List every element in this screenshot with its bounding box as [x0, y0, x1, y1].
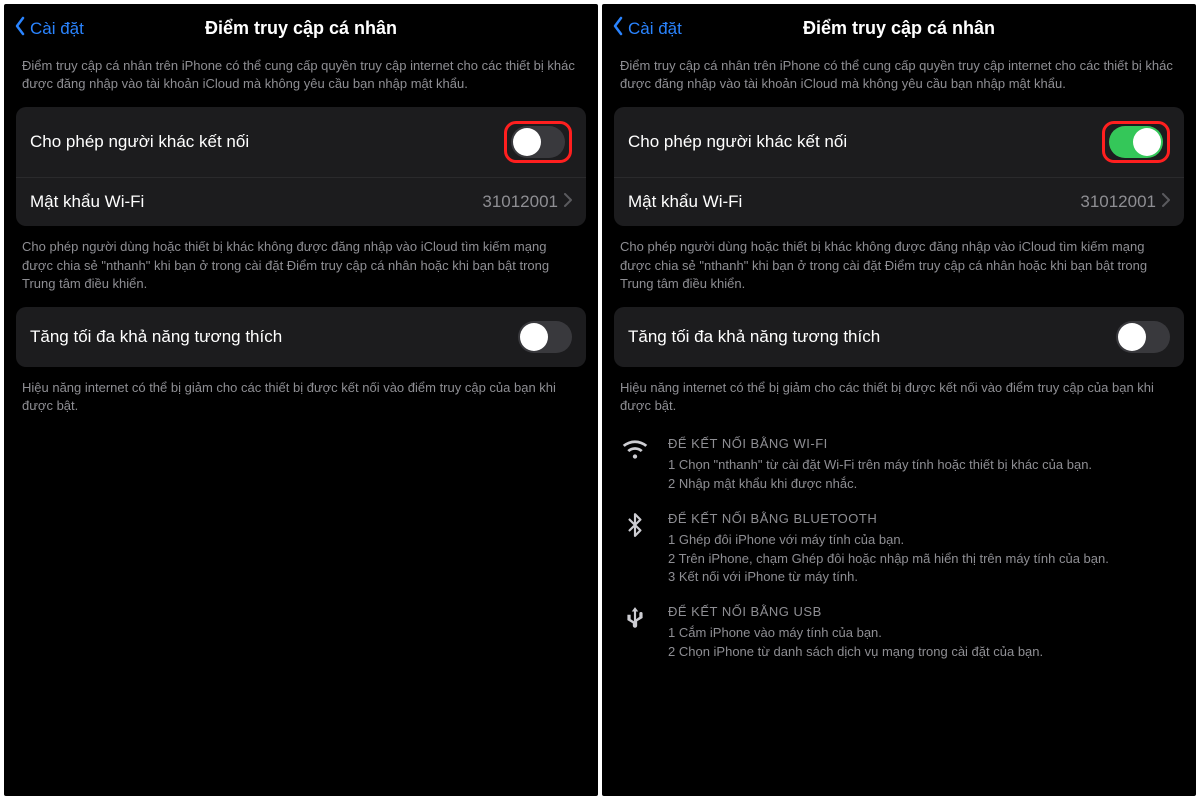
row-wifi-password[interactable]: Mật khẩu Wi-Fi 31012001: [16, 177, 586, 226]
row-allow-others[interactable]: Cho phép người khác kết nối: [16, 107, 586, 177]
wifi-title: ĐỂ KẾT NỐI BẰNG WI-FI: [668, 435, 1092, 454]
row-allow-others[interactable]: Cho phép người khác kết nối: [614, 107, 1184, 177]
back-label: Cài đặt: [628, 19, 682, 39]
bt-title: ĐỂ KẾT NỐI BẰNG BLUETOOTH: [668, 510, 1109, 529]
compat-desc: Hiệu năng internet có thể bị giảm cho cá…: [602, 371, 1196, 425]
compat-label: Tăng tối đa khả năng tương thích: [628, 327, 880, 347]
wifi-step1: 1 Chọn "nthanh" từ cài đặt Wi-Fi trên má…: [668, 456, 1092, 475]
wifipw-value: 31012001: [482, 192, 558, 212]
wifipw-label: Mật khẩu Wi-Fi: [30, 192, 144, 212]
group-compat: Tăng tối đa khả năng tương thích: [16, 307, 586, 367]
wifipw-value: 31012001: [1080, 192, 1156, 212]
chevron-left-icon: [612, 16, 624, 41]
allow-toggle[interactable]: [1109, 126, 1163, 158]
back-button[interactable]: Cài đặt: [14, 16, 84, 41]
instruct-bluetooth: ĐỂ KẾT NỐI BẰNG BLUETOOTH 1 Ghép đôi iPh…: [602, 500, 1196, 593]
page-title: Điểm truy cập cá nhân: [4, 18, 598, 39]
wifi-step2: 2 Nhập mật khẩu khi được nhắc.: [668, 475, 1092, 494]
row-compat[interactable]: Tăng tối đa khả năng tương thích: [614, 307, 1184, 367]
bt-step1: 1 Ghép đôi iPhone với máy tính của bạn.: [668, 531, 1109, 550]
chevron-right-icon: [1162, 192, 1170, 212]
group-allow: Cho phép người khác kết nối Mật khẩu Wi-…: [16, 107, 586, 226]
allow-desc: Cho phép người dùng hoặc thiết bị khác k…: [602, 230, 1196, 303]
allow-desc: Cho phép người dùng hoặc thiết bị khác k…: [4, 230, 598, 303]
intro-text: Điểm truy cập cá nhân trên iPhone có thể…: [4, 49, 598, 103]
usb-step2: 2 Chọn iPhone từ danh sách dịch vụ mạng …: [668, 643, 1043, 662]
back-button[interactable]: Cài đặt: [612, 16, 682, 41]
bt-step2: 2 Trên iPhone, chạm Ghép đôi hoặc nhập m…: [668, 550, 1109, 569]
screen-right: Cài đặt Điểm truy cập cá nhân Điểm truy …: [602, 4, 1196, 796]
wifipw-label: Mật khẩu Wi-Fi: [628, 192, 742, 212]
toggle-knob: [1133, 128, 1161, 156]
chevron-left-icon: [14, 16, 26, 41]
compat-toggle[interactable]: [1116, 321, 1170, 353]
screen-left: Cài đặt Điểm truy cập cá nhân Điểm truy …: [4, 4, 598, 796]
compat-label: Tăng tối đa khả năng tương thích: [30, 327, 282, 347]
wifi-icon: [620, 435, 650, 494]
page-title: Điểm truy cập cá nhân: [602, 18, 1196, 39]
group-compat: Tăng tối đa khả năng tương thích: [614, 307, 1184, 367]
toggle-knob: [513, 128, 541, 156]
toggle-knob: [1118, 323, 1146, 351]
usb-title: ĐỂ KẾT NỐI BẰNG USB: [668, 603, 1043, 622]
compat-toggle[interactable]: [518, 321, 572, 353]
usb-icon: [620, 603, 650, 662]
bluetooth-icon: [620, 510, 650, 587]
instruct-usb: ĐỂ KẾT NỐI BẰNG USB 1 Cắm iPhone vào máy…: [602, 593, 1196, 668]
toggle-knob: [520, 323, 548, 351]
back-label: Cài đặt: [30, 19, 84, 39]
highlight-box: [1102, 121, 1170, 163]
instruct-wifi: ĐỂ KẾT NỐI BẰNG WI-FI 1 Chọn "nthanh" từ…: [602, 425, 1196, 500]
row-wifi-password[interactable]: Mật khẩu Wi-Fi 31012001: [614, 177, 1184, 226]
row-compat[interactable]: Tăng tối đa khả năng tương thích: [16, 307, 586, 367]
chevron-right-icon: [564, 192, 572, 212]
group-allow: Cho phép người khác kết nối Mật khẩu Wi-…: [614, 107, 1184, 226]
intro-text: Điểm truy cập cá nhân trên iPhone có thể…: [602, 49, 1196, 103]
allow-label: Cho phép người khác kết nối: [30, 132, 249, 152]
allow-label: Cho phép người khác kết nối: [628, 132, 847, 152]
allow-toggle[interactable]: [511, 126, 565, 158]
compat-desc: Hiệu năng internet có thể bị giảm cho cá…: [4, 371, 598, 425]
navbar: Cài đặt Điểm truy cập cá nhân: [602, 4, 1196, 49]
highlight-box: [504, 121, 572, 163]
usb-step1: 1 Cắm iPhone vào máy tính của bạn.: [668, 624, 1043, 643]
bt-step3: 3 Kết nối với iPhone từ máy tính.: [668, 568, 1109, 587]
navbar: Cài đặt Điểm truy cập cá nhân: [4, 4, 598, 49]
